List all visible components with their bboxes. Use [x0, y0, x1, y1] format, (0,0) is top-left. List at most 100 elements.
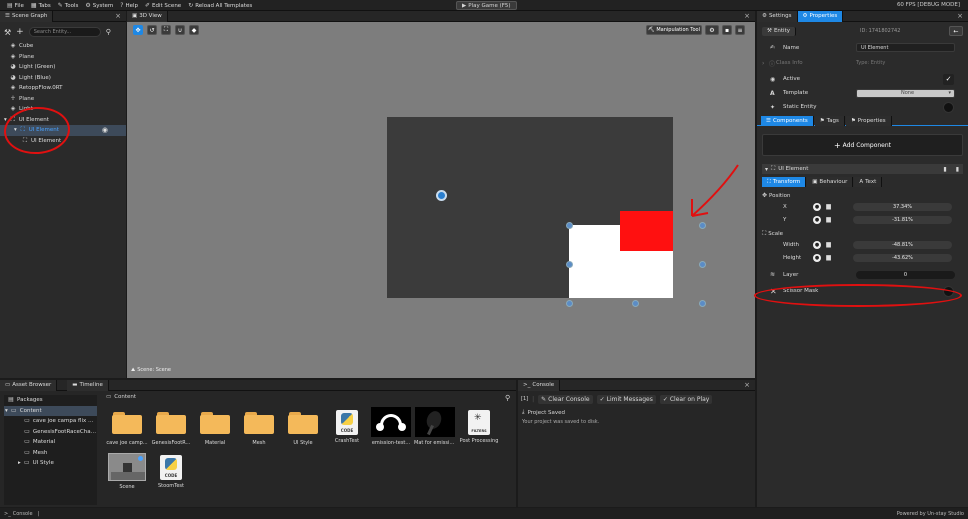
asset-tree-item[interactable]: ▭ Material [4, 437, 97, 448]
cube-toggle-icon[interactable]: ◆ [189, 25, 199, 35]
tab-components[interactable]: ☰ Components [761, 115, 814, 126]
add-component-button[interactable]: + Add Component [762, 134, 963, 156]
tab-asset-browser[interactable]: ▭ Asset Browser [0, 379, 58, 391]
x-lock-icon[interactable]: ▆ [825, 203, 832, 211]
expand-icon[interactable]: ▸ [18, 460, 21, 466]
trash-icon[interactable]: ▮ [943, 166, 946, 173]
close-icon[interactable]: × [744, 12, 750, 20]
tab-settings[interactable]: ⚙ Settings [757, 10, 798, 22]
tab-3d-view[interactable]: ▣ 3D View [127, 10, 168, 22]
active-checkbox[interactable]: ✓ [943, 73, 954, 85]
red-ui-element[interactable] [620, 211, 673, 251]
menu-file[interactable]: ▤ File [7, 2, 24, 9]
close-icon[interactable]: × [744, 381, 750, 389]
menu-system[interactable]: ⚙ System [85, 2, 113, 9]
search-icon[interactable]: ⚲ [106, 28, 111, 36]
move-tool-icon[interactable]: ✥ [133, 25, 143, 35]
asset-item-folder[interactable]: cave joe camp... [106, 410, 148, 446]
content-item[interactable]: ▾ ▭ Content [4, 405, 97, 416]
manipulation-tool-button[interactable]: ⛏ Manipulation Tool [646, 25, 702, 35]
collapse-icon[interactable]: ▾ [765, 166, 768, 173]
scene-tree-item[interactable]: ◈ RetoppFlow.0RT [0, 83, 126, 94]
asset-tree-item[interactable]: ▭ Mesh [4, 448, 97, 459]
tab-timeline[interactable]: ▬ Timeline [67, 379, 109, 391]
width-lock-icon[interactable]: ▆ [825, 241, 832, 249]
rotate-tool-icon[interactable]: ↺ [147, 25, 157, 35]
tab-text[interactable]: A Text [854, 177, 883, 187]
height-lock-icon[interactable]: ▆ [825, 254, 832, 262]
chevron-right-icon[interactable]: › [762, 60, 769, 67]
packages-item[interactable]: ▤ Packages [4, 395, 97, 406]
tab-tags[interactable]: ⚑ Tags [814, 115, 845, 126]
y-lock-icon[interactable]: ▆ [825, 216, 832, 224]
tab-properties-sub[interactable]: ⚑ Properties [845, 115, 892, 126]
asset-item-code[interactable]: CODE CrashTest [326, 410, 368, 444]
layer-field[interactable]: 0 [856, 270, 955, 279]
asset-item-folder[interactable]: GenesisFootR... [150, 410, 192, 446]
asset-item-img2[interactable]: Mat for emissio... [414, 407, 456, 446]
visibility-eye-icon[interactable]: ◉ [102, 126, 108, 134]
position-y-field[interactable]: -31.81% [853, 215, 952, 224]
handle-tl[interactable] [566, 222, 573, 229]
back-arrow-icon[interactable]: ← [949, 26, 963, 36]
scene-tree-item[interactable]: ◕ Light (Green) [0, 62, 126, 73]
component-header[interactable]: ▾ ⛶ UI Element ▮ ▮ [762, 164, 963, 174]
console-toggle[interactable]: >_ Console | [4, 511, 39, 517]
asset-item-img1[interactable]: emission-test... [370, 407, 412, 446]
asset-item-scene[interactable]: Scene [106, 453, 148, 490]
asset-item-code[interactable]: CODE StoomTest [150, 455, 192, 489]
scale-width-field[interactable]: -48.81% [853, 240, 952, 249]
menu-help[interactable]: ? Help [120, 2, 138, 9]
menu-reload-templates[interactable]: ↻ Reload All Templates [188, 2, 252, 9]
asset-item-folder[interactable]: Material [194, 410, 236, 446]
position-x-field[interactable]: 37.34% [853, 202, 952, 211]
tab-properties[interactable]: ⚙ Properties [797, 10, 844, 22]
asset-item-folder[interactable]: UI Style [282, 410, 324, 446]
clear-console-button[interactable]: ✎ Clear Console [538, 394, 593, 404]
tab-transform[interactable]: ⛶ Transform [762, 177, 807, 187]
asset-item-folder[interactable]: Mesh [238, 410, 280, 446]
handle-br[interactable] [699, 300, 706, 307]
height-reset-icon[interactable]: ● [813, 253, 821, 262]
magnet-icon[interactable]: ∪ [175, 25, 185, 35]
handle-bl[interactable] [566, 300, 573, 307]
search-entity-input[interactable]: Search Entity... [28, 27, 101, 37]
scene-tree-item[interactable]: ◕ Light (Blue) [0, 73, 126, 84]
tab-scene-graph[interactable]: ☰ Scene Graph [0, 10, 54, 22]
menu-tools[interactable]: ✎ Tools [58, 2, 79, 9]
menu-icon[interactable]: ≡ [735, 25, 745, 35]
limit-messages-toggle[interactable]: ✓ Limit Messages [596, 394, 656, 404]
y-reset-icon[interactable]: ● [813, 215, 821, 224]
zoom-icon[interactable]: ⚲ [505, 394, 510, 402]
tab-console[interactable]: >_ Console [518, 379, 561, 391]
scale-height-field[interactable]: -43.62% [853, 253, 952, 262]
handle-tr[interactable] [699, 222, 706, 229]
scene-tree-item[interactable]: ☥ Plane [0, 94, 126, 105]
pivot-handle[interactable] [436, 190, 447, 201]
asset-tree-item[interactable]: ▸ ▭ UI Style [4, 458, 97, 469]
name-input[interactable]: UI Element [856, 43, 955, 52]
play-game-button[interactable]: ▶ Play Game (F5) [456, 1, 517, 10]
template-select[interactable]: None ▾ [856, 88, 955, 98]
menu-edit-scene[interactable]: ✐ Edit Scene [145, 2, 181, 9]
asset-tree-item[interactable]: ▭cave joe campa flix with &... [4, 416, 97, 427]
asset-item-filters[interactable]: ✳ FILTERS Post Processing [458, 410, 500, 444]
scale-tool-icon[interactable]: ⛶ [161, 25, 171, 35]
settings-gears-icon[interactable]: ⚙ [705, 25, 719, 35]
handle-bm[interactable] [632, 300, 639, 307]
close-icon[interactable]: × [115, 12, 121, 20]
x-reset-icon[interactable]: ● [813, 202, 821, 211]
asset-tree-item[interactable]: ▭GenesisFootRaceCharacter [4, 427, 97, 438]
handle-mr[interactable] [699, 261, 706, 268]
handle-ml[interactable] [566, 261, 573, 268]
wrench-icon[interactable]: ⚒ [4, 28, 11, 37]
menu-tabs[interactable]: ▦ Tabs [31, 2, 51, 9]
tab-behaviour[interactable]: ▣ Behaviour [807, 177, 854, 187]
add-entity-icon[interactable]: + [16, 27, 24, 37]
scene-tree-item[interactable]: ◈ Plane [0, 52, 126, 63]
camera-icon[interactable]: ▪ [722, 25, 732, 35]
clear-on-play-toggle[interactable]: ✓ Clear on Play [659, 394, 713, 404]
static-entity-toggle[interactable] [943, 101, 954, 113]
delete-icon[interactable]: ▮ [956, 166, 959, 173]
width-reset-icon[interactable]: ● [813, 240, 821, 249]
